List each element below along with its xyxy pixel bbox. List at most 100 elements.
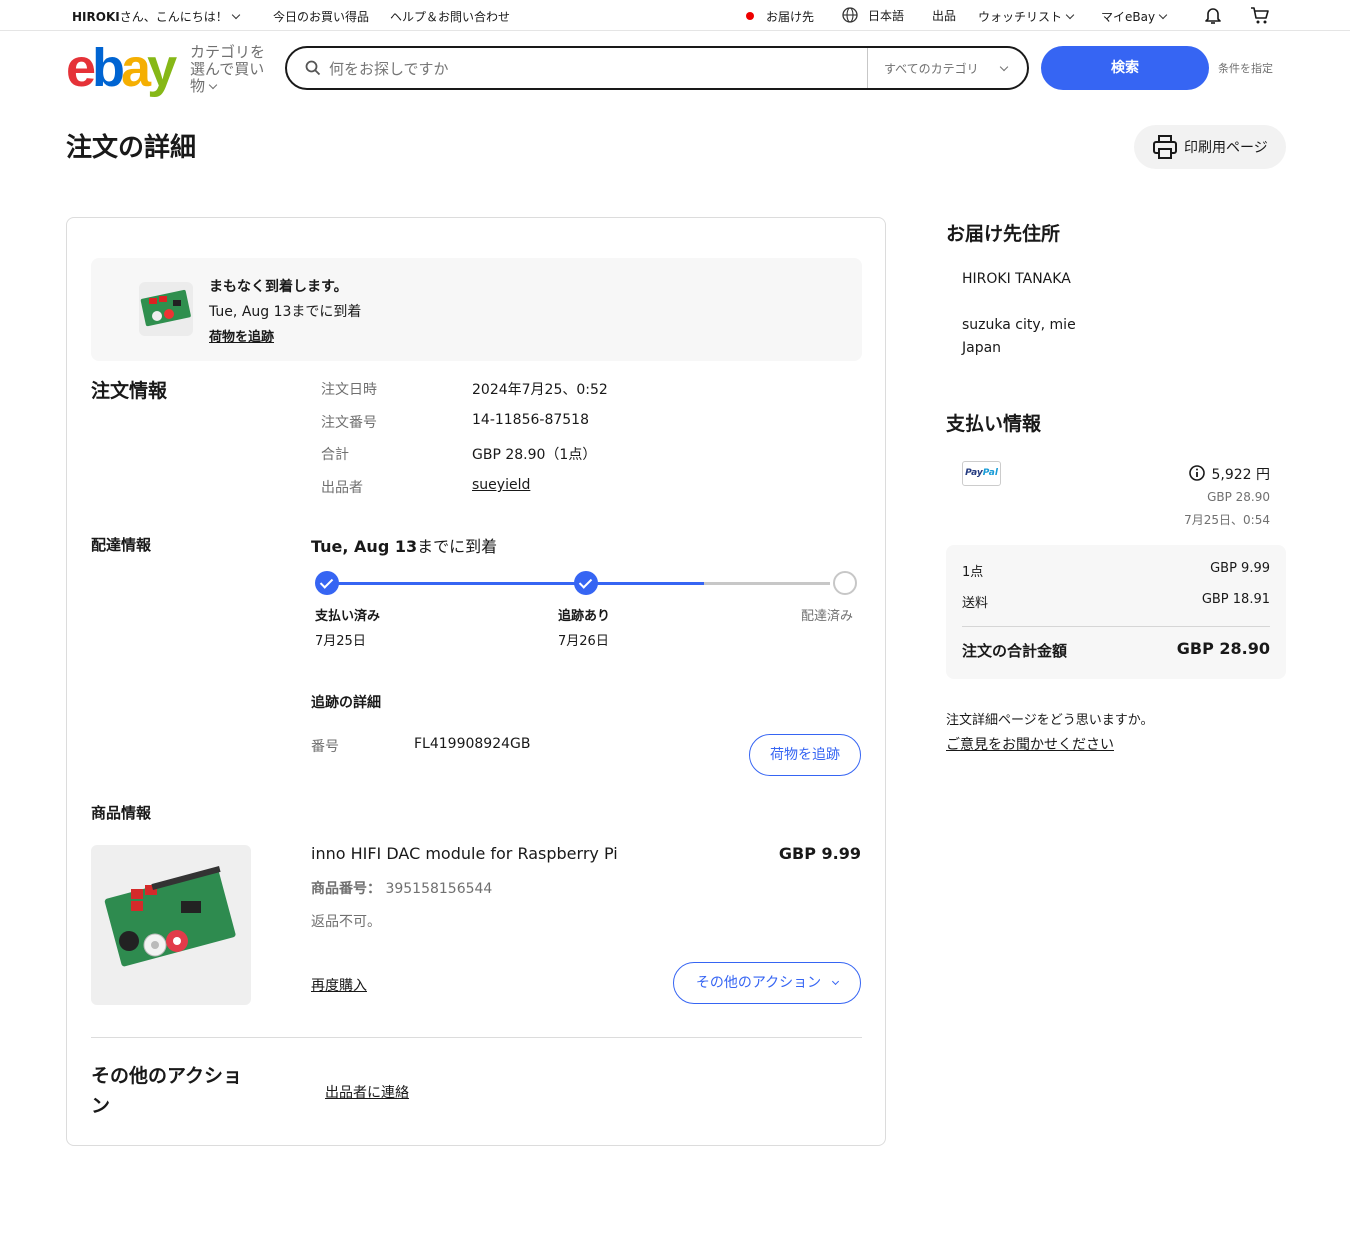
payment-amount-yen: 5,922 円 [1189,464,1270,484]
progress-fill [327,582,705,585]
order-number-value: 14-11856-87518 [472,412,589,428]
help-contact-link[interactable]: ヘルプ＆お問い合わせ [390,8,510,25]
order-total-amount: GBP 28.90 [1176,639,1270,658]
delivery-eta-date: Tue, Aug 13 [311,537,418,556]
chevron-down-icon [1158,10,1168,20]
payment-time: 7月25日、0:54 [1184,513,1270,527]
greeting[interactable]: HIROKIさん、こんにちは！ [72,8,240,25]
address-line-2: Japan [962,340,1002,356]
item-info-heading: 商品情報 [91,804,152,822]
sell-link[interactable]: 出品 [932,7,956,24]
item-number-value: 395158156544 [385,881,493,897]
shop-by-category-label: カテゴリを選んで買い物 [190,43,266,95]
top-navigation-bar: HIROKIさん、こんにちは！ 今日のお買い得品 ヘルプ＆お問い合わせ お届け先… [0,0,1350,31]
recipient-name: HIROKI TANAKA [962,271,1071,287]
printer-icon [1153,135,1177,159]
more-actions-label: その他のアクション [695,975,822,991]
tracking-number-label: 番号 [311,739,339,755]
tracking-number-value: FL419908924GB [414,736,531,752]
item-title[interactable]: inno HIFI DAC module for Raspberry Pi [311,844,618,863]
other-actions-heading-line2: ン [91,1095,111,1117]
payment-info-heading: 支払い情報 [946,413,1042,435]
order-total-label: 合計 [321,447,349,463]
category-dropdown[interactable]: すべてのカテゴリ [884,60,1008,77]
ship-to-selector[interactable]: お届け先 [746,8,814,25]
track-package-link[interactable]: 荷物を追跡 [209,326,274,345]
search-input[interactable]: 何をお探しですか [329,58,449,79]
item-price: GBP 9.99 [778,844,861,863]
arrival-date: Tue, Aug 13までに到着 [209,304,362,320]
japan-flag-icon [746,12,754,20]
address-line-1: suzuka city, mie [962,317,1076,333]
chevron-down-icon [999,62,1008,72]
feedback-question: 注文詳細ページをどう思いますか。 [946,713,1154,728]
step-tracked-label: 追跡あり [558,609,611,624]
my-ebay-label: マイeBay [1101,10,1156,24]
return-policy: 返品不可。 [311,914,381,930]
search-button[interactable]: 検索 [1041,46,1209,90]
order-info-heading: 注文情報 [91,380,168,402]
payment-amount-gbp: GBP 28.90 [1207,490,1270,504]
step-paid-date: 7月25日 [315,634,366,649]
buy-again-link[interactable]: 再度購入 [311,975,367,995]
arrival-notice: まもなく到着します。 Tue, Aug 13までに到着 荷物を追跡 [91,258,862,361]
step-paid-label: 支払い済み [315,609,381,624]
ship-to-label: お届け先 [766,10,815,24]
print-page-button[interactable]: 印刷用ページ [1134,125,1286,169]
order-total-value: GBP 28.90（1点） [472,447,597,463]
seller-label: 出品者 [321,480,363,496]
track-package-button[interactable]: 荷物を追跡 [749,734,861,776]
chevron-down-icon [1065,10,1075,20]
order-date-value: 2024年7月25、0:52 [472,382,608,398]
other-actions-heading-line1: その他のアクショ [91,1065,243,1087]
shop-by-category-button[interactable]: カテゴリを選んで買い物 [190,44,278,95]
seller-link[interactable]: sueyield [472,477,530,493]
my-ebay-menu[interactable]: マイeBay [1101,8,1168,25]
language-label: 日本語 [868,9,905,23]
delivery-info-heading: 配達情報 [91,536,152,554]
more-actions-button[interactable]: その他のアクション [673,962,861,1004]
ebay-logo[interactable]: ebay [66,40,177,96]
item-thumbnail[interactable] [139,282,193,336]
cart-icon[interactable] [1250,6,1270,25]
greeting-name: HIROKI [72,10,120,24]
chevron-down-icon [832,977,840,986]
chevron-down-icon [231,10,240,20]
feedback-link[interactable]: ご意見をお聞かせください [946,734,1114,754]
items-subtotal: GBP 9.99 [1210,561,1270,576]
item-image[interactable] [91,845,251,1005]
arrival-headline: まもなく到着します。 [209,279,348,295]
order-summary-box: 1点 GBP 9.99 送料 GBP 18.91 注文の合計金額 GBP 28.… [946,545,1286,679]
items-count-label: 1点 [962,565,984,580]
search-icon [305,60,321,76]
search-bar: 何をお探しですか すべてのカテゴリ [285,46,1029,90]
print-page-label: 印刷用ページ [1184,140,1268,156]
order-date-label: 注文日時 [321,382,377,398]
info-icon[interactable] [1189,465,1206,481]
advanced-search-link[interactable]: 条件を指定 [1218,60,1273,76]
contact-seller-link[interactable]: 出品者に連絡 [325,1082,409,1102]
step-delivered-label: 配達済み [801,609,854,624]
step-paid-check-icon [315,571,339,595]
search-divider [867,48,868,88]
delivery-eta: Tue, Aug 13までに到着 [311,533,497,557]
other-actions-heading: その他のアクション [91,1061,242,1121]
greeting-text: さん、こんにちは！ [119,10,228,24]
section-divider [91,1037,862,1038]
payment-amount-yen-value: 5,922 円 [1211,467,1270,483]
language-selector[interactable]: 日本語 [842,7,904,24]
shipping-address-heading: お届け先住所 [946,223,1061,245]
bell-icon[interactable] [1204,6,1222,25]
order-number-label: 注文番号 [321,415,377,431]
daily-deals-link[interactable]: 今日のお買い得品 [273,8,369,25]
globe-icon [842,7,858,23]
step-tracked-date: 7月26日 [558,634,609,649]
step-tracked-check-icon [574,571,598,595]
watchlist-label: ウォッチリスト [978,10,1063,24]
watchlist-menu[interactable]: ウォッチリスト [978,8,1075,25]
step-delivered-circle-icon [833,571,857,595]
item-number: 商品番号： 395158156544 [311,878,492,898]
tracking-details-heading: 追跡の詳細 [311,695,381,711]
page-title: 注文の詳細 [66,133,197,163]
delivery-eta-suffix: までに到着 [417,537,498,556]
